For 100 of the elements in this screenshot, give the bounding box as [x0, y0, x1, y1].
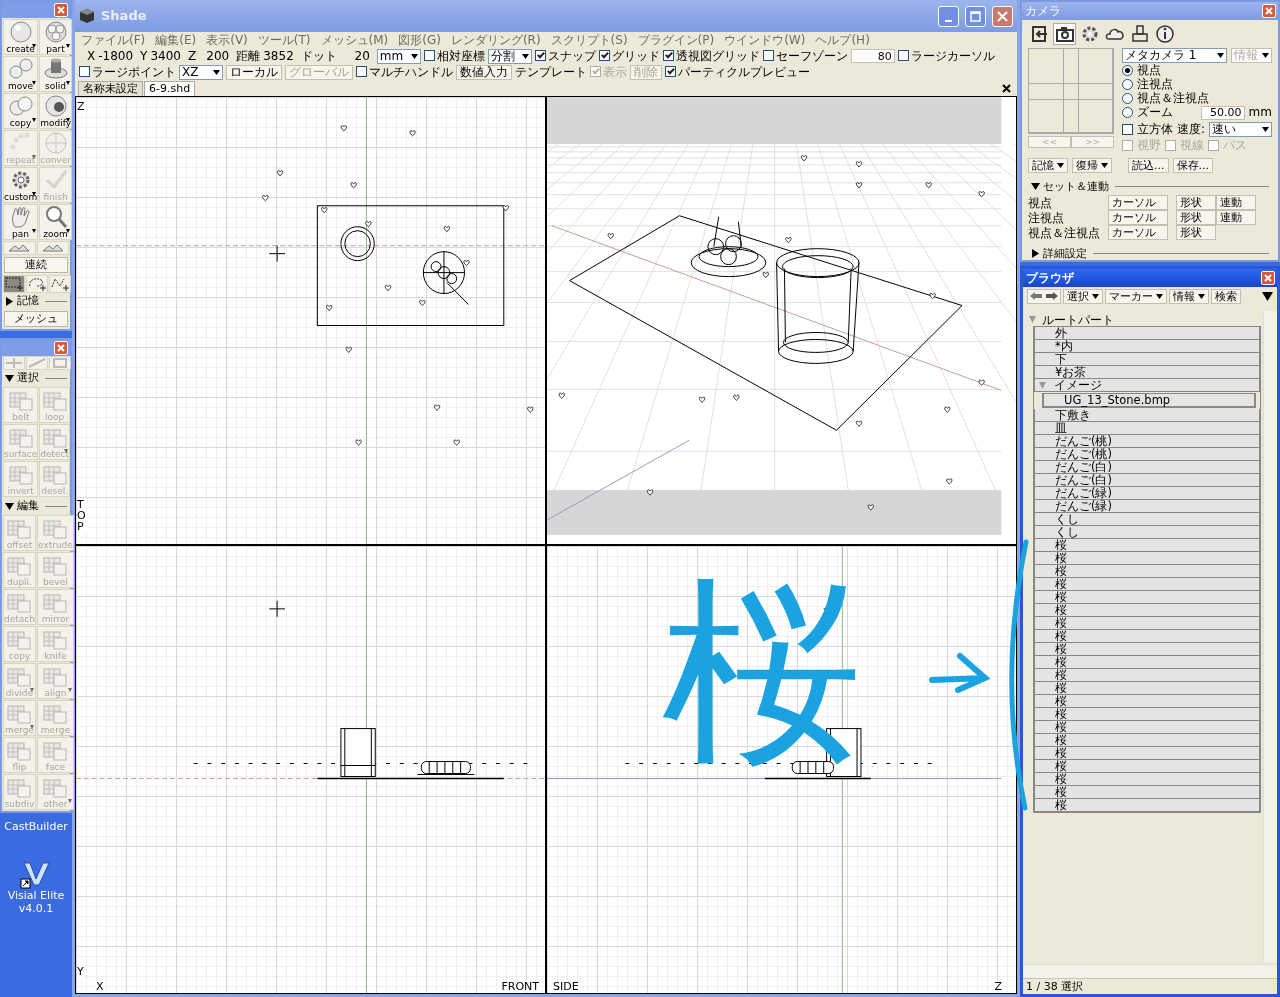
checkbox[interactable] [79, 66, 90, 78]
checkbox[interactable] [423, 50, 435, 62]
tree-item[interactable]: 桜 [1034, 539, 1260, 552]
tree-item[interactable]: 桜 [1034, 760, 1260, 773]
menu-item[interactable]: ツール(T) [257, 32, 311, 48]
tool-button[interactable]: solid [39, 56, 72, 92]
menu-item[interactable]: メッシュ(M) [320, 32, 389, 48]
tree-item[interactable]: ルートパート [1042, 313, 1114, 326]
number-field[interactable]: 80 [850, 49, 895, 63]
checkbox[interactable] [665, 66, 676, 78]
menu-item[interactable]: ファイル(F) [81, 32, 146, 48]
tree-item[interactable]: イメージ [1054, 379, 1102, 391]
menu-item[interactable]: レンダリング(R) [450, 32, 541, 48]
dropdown[interactable]: mm [376, 48, 421, 64]
scrollbar[interactable] [1263, 311, 1277, 962]
tree-item[interactable]: だんご(桃) [1034, 435, 1260, 448]
mesh-button[interactable]: メッシュ [4, 311, 68, 327]
dropdown[interactable]: 分割 [487, 48, 532, 64]
panel-button[interactable]: 形状 [1176, 225, 1216, 241]
close-button[interactable] [1262, 4, 1276, 18]
tree-item[interactable]: 桜 [1034, 591, 1260, 604]
toolbar-button[interactable]: マーカー [1105, 288, 1167, 304]
panel-button[interactable]: 形状 [1176, 195, 1216, 211]
tree-item[interactable]: 桜 [1034, 565, 1260, 578]
selection-shape-button[interactable] [3, 275, 25, 293]
panel-button[interactable]: 連動 [1216, 210, 1256, 226]
tool-button[interactable]: part [39, 19, 72, 55]
tree-item[interactable]: *内 [1034, 340, 1260, 353]
menu-item[interactable]: スクリプト(S) [550, 32, 628, 48]
tree-item[interactable]: 桜 [1034, 734, 1260, 747]
zoom-field[interactable]: 50.00 [1200, 105, 1245, 120]
toolbar-button[interactable]: 選択 [1063, 288, 1103, 304]
tree-item[interactable]: 桜 [1034, 721, 1260, 734]
toolbar-button[interactable]: ローカル [226, 64, 282, 80]
section-label[interactable]: セット＆連動 [1043, 179, 1109, 193]
scrollbar[interactable] [1023, 964, 1277, 978]
tree-item[interactable]: 皿 [1034, 422, 1260, 435]
tree-item[interactable]: 桜 [1034, 630, 1260, 643]
tree-item[interactable]: だんご(緑) [1034, 500, 1260, 513]
document-tab[interactable]: 6-9.shd [144, 81, 196, 96]
radio-button[interactable] [1122, 79, 1133, 90]
tree-item[interactable]: 下敷き [1034, 409, 1260, 422]
tree-item[interactable]: UG_13_Stone.bmp [1043, 394, 1255, 407]
close-button[interactable] [54, 3, 68, 17]
tree-item[interactable]: だんご(緑) [1034, 487, 1260, 500]
tree-item[interactable]: だんご(白) [1034, 461, 1260, 474]
panel-button[interactable]: 形状 [1176, 210, 1216, 226]
checkbox[interactable] [897, 50, 909, 62]
panel-button[interactable]: カーソル [1108, 210, 1168, 226]
tree-item[interactable]: 桜 [1034, 773, 1260, 786]
tree-item[interactable]: 桜 [1034, 682, 1260, 695]
tool-button[interactable]: create [3, 19, 39, 55]
dropdown[interactable]: メタカメラ 1 [1122, 48, 1227, 63]
tool-button[interactable]: custom [3, 167, 39, 203]
section-label[interactable]: 詳細設定 [1043, 246, 1087, 260]
panel-button[interactable]: カーソル [1108, 225, 1168, 241]
checkbox[interactable] [1122, 124, 1133, 135]
tree-item[interactable]: 桜 [1034, 786, 1260, 799]
toolbar-button[interactable]: 情報 [1169, 288, 1209, 304]
dropdown[interactable]: XZ [179, 64, 223, 80]
checkbox[interactable] [598, 50, 610, 62]
radio-button[interactable] [1122, 107, 1133, 118]
menu-item[interactable]: 表示(V) [206, 32, 248, 48]
panel-tab[interactable] [1153, 23, 1176, 45]
checkbox[interactable] [534, 50, 546, 62]
menu-item[interactable]: 編集(E) [155, 32, 197, 48]
panel-button[interactable]: カーソル [1108, 195, 1168, 211]
toolbar-button[interactable]: 検索 [1211, 288, 1241, 304]
tool-button[interactable]: zoom [39, 204, 72, 240]
tool-button[interactable]: move [3, 56, 39, 92]
tree-item[interactable]: 桜 [1034, 604, 1260, 617]
tree-item[interactable]: 桜 [1034, 578, 1260, 591]
tree-item[interactable]: 桜 [1034, 708, 1260, 721]
panel-button[interactable]: 連動 [1216, 195, 1256, 211]
tree-item[interactable]: ¥お茶 [1034, 366, 1260, 379]
section-label[interactable]: 編集 [17, 499, 39, 513]
tree-item[interactable]: 下 [1034, 353, 1260, 366]
tree-item[interactable]: 桜 [1034, 695, 1260, 708]
continuous-button[interactable]: 連続 [4, 257, 68, 273]
selection-shape-button[interactable] [26, 275, 48, 293]
close-button[interactable] [1261, 271, 1275, 285]
menu-item[interactable]: ヘルプ(H) [815, 32, 870, 48]
desktop-icon-label[interactable]: Visial Elite v4.0.1 [0, 889, 72, 916]
checkbox[interactable] [356, 66, 367, 78]
panel-button[interactable]: 保存... [1172, 158, 1213, 174]
dropdown[interactable]: 速い [1209, 122, 1272, 137]
back-button[interactable] [1027, 288, 1061, 304]
tree-item[interactable]: だんご(桃) [1034, 448, 1260, 461]
tree-item[interactable]: くし [1034, 526, 1260, 539]
tree-item[interactable]: 桜 [1034, 656, 1260, 669]
radio-button[interactable] [1122, 65, 1133, 76]
toolbar-button[interactable]: 数値入力 [456, 64, 512, 80]
document-tab[interactable]: 名称未設定 [78, 81, 143, 96]
section-label[interactable]: 記憶 [17, 294, 39, 308]
checkbox[interactable] [762, 50, 774, 62]
tool-button[interactable]: pan [3, 204, 39, 240]
radio-button[interactable] [1122, 93, 1133, 104]
panel-tab[interactable] [1053, 23, 1076, 45]
close-button[interactable] [992, 5, 1013, 27]
panel-button[interactable]: 復帰 [1072, 158, 1112, 174]
